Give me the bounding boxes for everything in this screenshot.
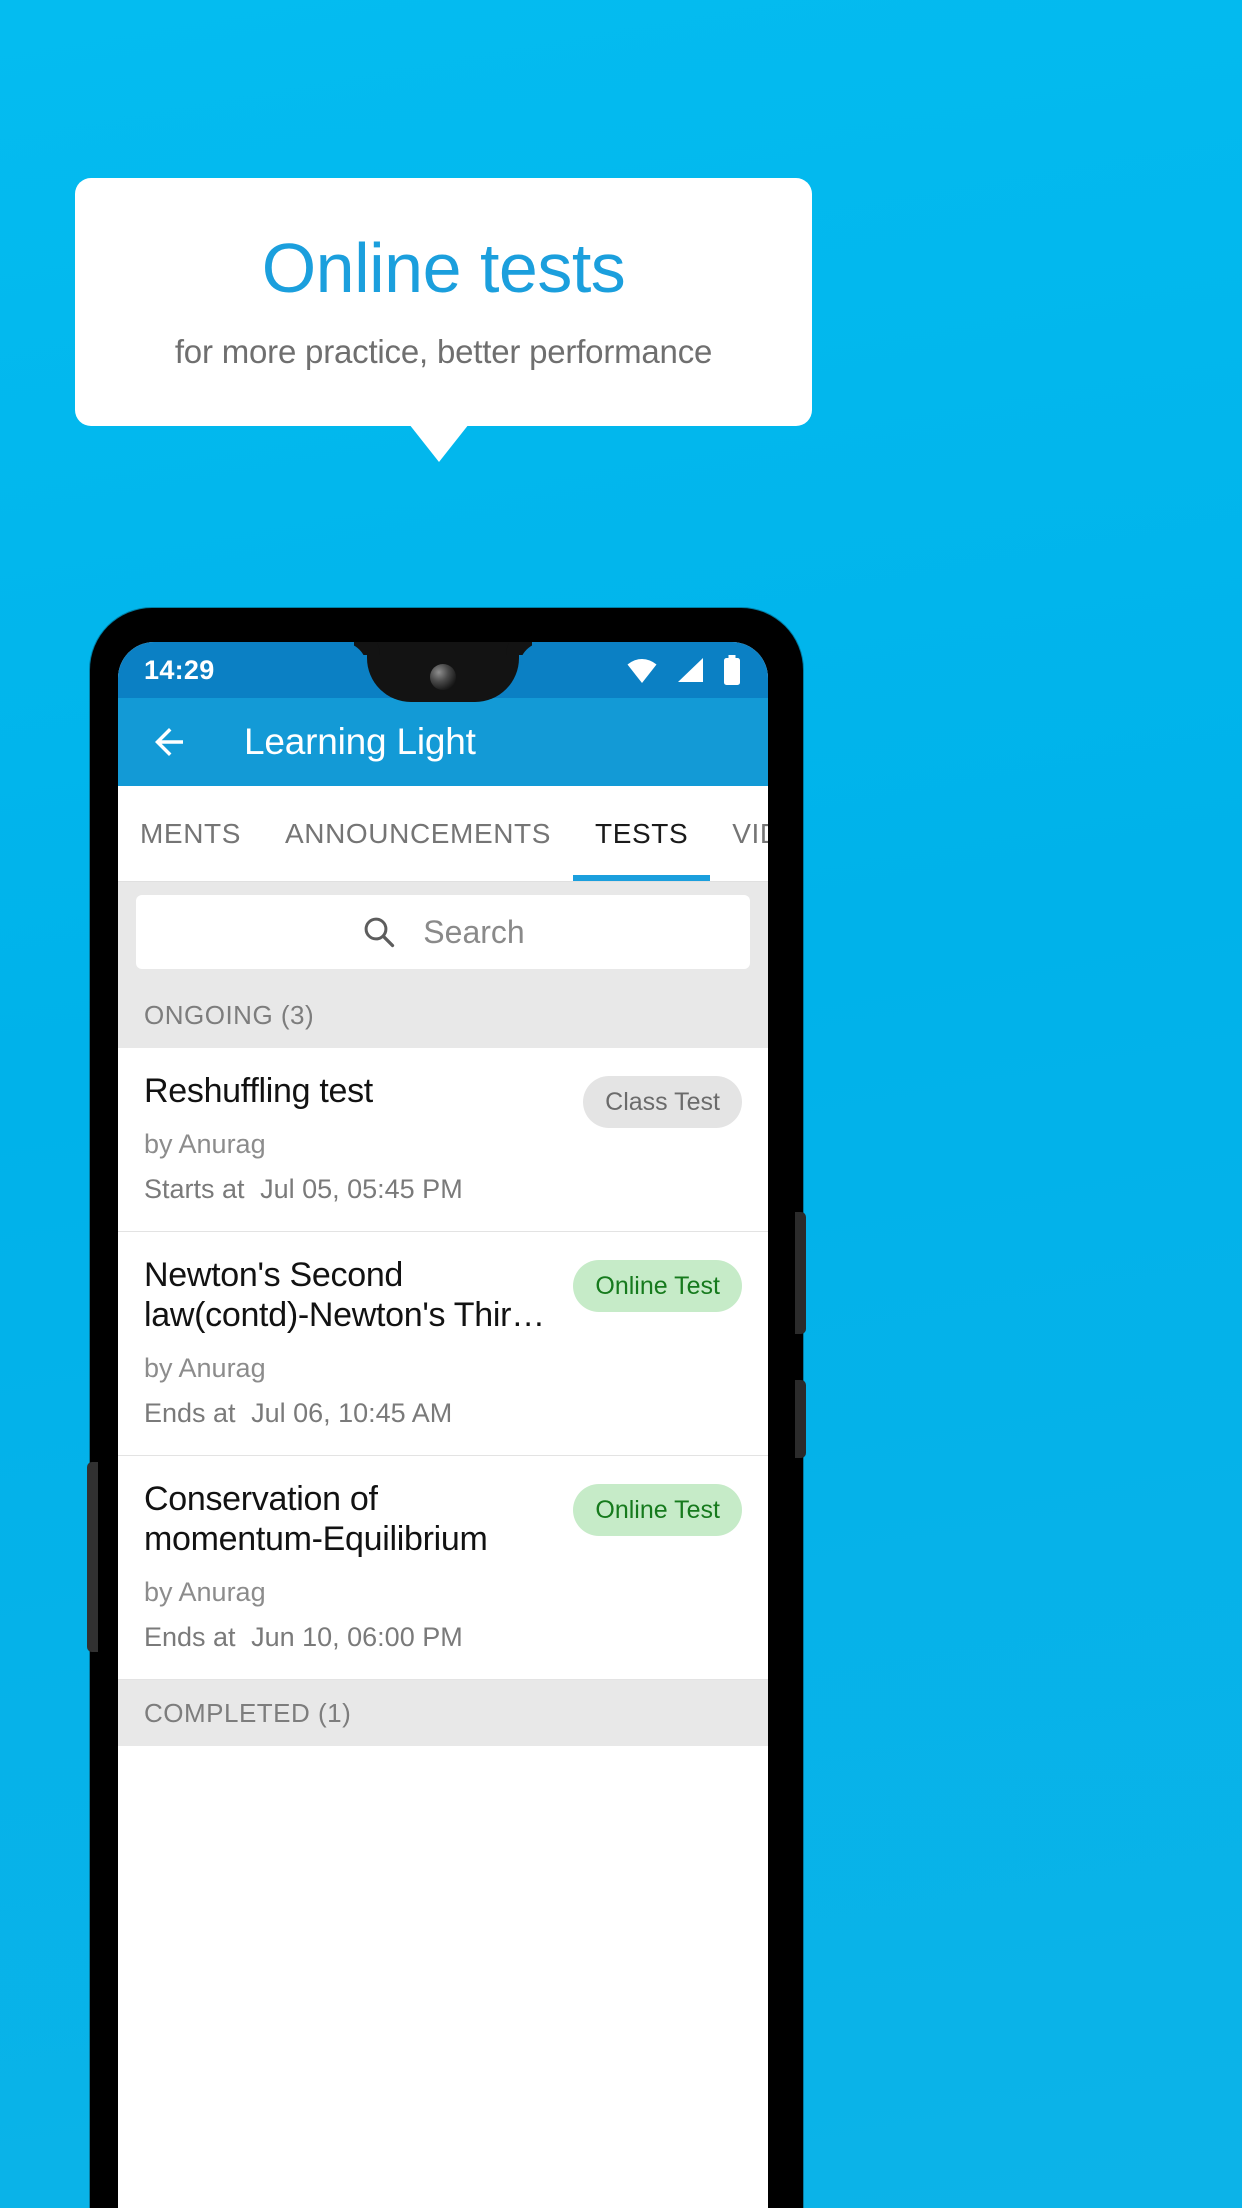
tab-announcements[interactable]: ANNOUNCEMENTS: [263, 786, 573, 881]
promo-subtitle: for more practice, better performance: [174, 333, 713, 370]
section-header-completed: COMPLETED (1): [118, 1680, 768, 1747]
tab-bar: MENTS ANNOUNCEMENTS TESTS VIDEOS: [118, 786, 768, 882]
section-header-label: ONGOING (3): [144, 999, 315, 1030]
test-title: Conservation of momentum-Equilibrium: [144, 1480, 488, 1558]
test-time-value: Jul 06, 10:45 AM: [251, 1398, 453, 1429]
tab-tests[interactable]: TESTS: [573, 786, 711, 881]
status-bar: 14:29: [118, 642, 768, 702]
test-time: Starts at Jul 05, 05:45 PM: [144, 1174, 569, 1205]
signal-icon: [678, 658, 703, 682]
test-time-value: Jul 05, 05:45 PM: [260, 1174, 463, 1205]
test-author: by Anurag: [144, 1577, 266, 1608]
test-time-label: Ends at: [144, 1622, 236, 1653]
test-list-item[interactable]: Reshuffling test by Anurag Starts at Jul…: [118, 1048, 768, 1233]
status-badge: Online Test: [573, 1260, 742, 1313]
test-time: Ends at Jul 06, 10:45 AM: [144, 1398, 559, 1429]
app-bar-title: Learning Light: [244, 721, 476, 762]
battery-icon: [724, 655, 740, 685]
test-title: Reshuffling test: [144, 1072, 373, 1110]
test-list-item[interactable]: Newton's Second law(contd)-Newton's Thir…: [118, 1232, 768, 1457]
status-badge: Online Test: [573, 1484, 742, 1537]
section-header-ongoing: ONGOING (3): [118, 982, 768, 1048]
phone-volume-button[interactable]: [795, 1212, 806, 1334]
test-author: by Anurag: [144, 1129, 266, 1160]
section-header-label: COMPLETED (1): [144, 1697, 352, 1728]
tab-assignments[interactable]: MENTS: [118, 786, 263, 881]
phone-power-button[interactable]: [795, 1380, 806, 1458]
search-input[interactable]: Search: [136, 895, 750, 969]
search-container: Search: [118, 882, 768, 982]
test-author: by Anurag: [144, 1353, 266, 1384]
test-time-value: Jun 10, 06:00 PM: [251, 1622, 463, 1653]
search-icon: [364, 917, 395, 948]
phone-screen: 14:29 Learning Light MENTS ANNOUNCEMENTS…: [118, 642, 768, 2208]
test-time: Ends at Jun 10, 06:00 PM: [144, 1622, 559, 1653]
wifi-icon: [627, 659, 657, 683]
tab-label: VIDEOS: [732, 817, 768, 849]
test-item-content: Newton's Second law(contd)-Newton's Thir…: [144, 1256, 559, 1429]
test-item-content: Reshuffling test by Anurag Starts at Jul…: [144, 1072, 569, 1205]
status-clock: 14:29: [144, 654, 215, 685]
tab-label: MENTS: [140, 817, 241, 849]
tab-label: TESTS: [595, 817, 689, 849]
promo-card: Online tests for more practice, better p…: [75, 178, 812, 426]
test-item-content: Conservation of momentum-Equilibrium by …: [144, 1480, 559, 1653]
test-time-label: Ends at: [144, 1398, 236, 1429]
tab-videos[interactable]: VIDEOS: [710, 786, 768, 881]
status-icon-group: [626, 655, 742, 685]
status-badge: Class Test: [583, 1076, 742, 1128]
test-time-label: Starts at: [144, 1174, 245, 1205]
tab-label: ANNOUNCEMENTS: [285, 817, 552, 849]
promo-title: Online tests: [261, 229, 626, 307]
back-arrow-icon[interactable]: [148, 721, 190, 763]
front-camera: [430, 664, 456, 690]
app-bar: Learning Light: [118, 698, 768, 786]
search-placeholder: Search: [423, 913, 525, 950]
promo-card-tail: [409, 424, 469, 462]
phone-side-button-left[interactable]: [87, 1462, 98, 1652]
test-title: Newton's Second law(contd)-Newton's Thir…: [144, 1256, 545, 1334]
test-list-item[interactable]: Conservation of momentum-Equilibrium by …: [118, 1456, 768, 1681]
